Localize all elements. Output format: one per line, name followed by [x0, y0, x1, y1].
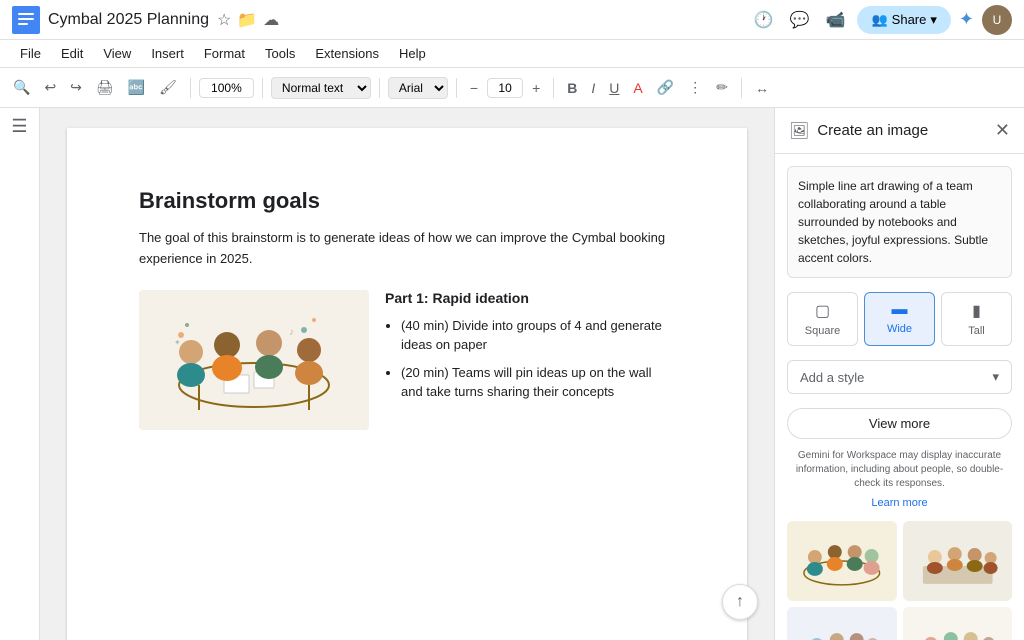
learn-more-link[interactable]: Learn more — [787, 497, 1012, 509]
section-title: Part 1: Rapid ideation — [385, 290, 675, 306]
pen-icon[interactable]: ✏ — [711, 75, 733, 100]
content-row: ♪ ✦ Part 1: Rapid ideation (40 min) Divi… — [139, 290, 675, 430]
paint-format-icon[interactable]: 🖌 — [154, 75, 182, 100]
menu-extensions[interactable]: Extensions — [307, 44, 387, 63]
bullet-item-1: (40 min) Divide into groups of 4 and gen… — [401, 316, 675, 355]
menu-file[interactable]: File — [12, 44, 49, 63]
title-icons: ☆ 📁 ☁ — [217, 10, 279, 30]
toolbar-right: 🕐 💬 📹 👥 Share ▾ ✦ U — [750, 5, 1012, 35]
menu-insert[interactable]: Insert — [143, 44, 192, 63]
divider-3 — [379, 78, 380, 98]
outline-icon[interactable]: ☰ — [11, 116, 27, 137]
paragraph-style-select[interactable]: Normal text Heading 1 Heading 2 — [271, 77, 371, 99]
doc-heading: Brainstorm goals — [139, 188, 675, 214]
view-more-button[interactable]: View more — [787, 408, 1012, 439]
image-panel-icon: 🖼 — [789, 121, 809, 141]
thumbnail-grid — [787, 521, 1012, 640]
comment-icon[interactable]: 💬 — [786, 6, 814, 34]
thumbnail-2[interactable] — [903, 521, 1013, 601]
bullet-item-2: (20 min) Teams will pin ideas up on the … — [401, 363, 675, 402]
thumbnail-1[interactable] — [787, 521, 897, 601]
shape-tall-button[interactable]: ▮ Tall — [941, 292, 1012, 346]
format-bar: 🔍 ↩ ↪ 🖨 🔤 🖌 Normal text Heading 1 Headin… — [0, 68, 1024, 108]
doc-title: Cymbal 2025 Planning — [48, 11, 209, 29]
font-increase-icon[interactable]: + — [527, 76, 545, 100]
doc-icon — [12, 6, 40, 34]
share-chevron-icon: ▾ — [930, 12, 937, 28]
menu-help[interactable]: Help — [391, 44, 434, 63]
svg-text:♪: ♪ — [289, 327, 294, 338]
underline-button[interactable]: U — [604, 76, 624, 100]
shape-square-button[interactable]: ▢ Square — [787, 292, 858, 346]
menu-format[interactable]: Format — [196, 44, 253, 63]
menu-bar: File Edit View Insert Format Tools Exten… — [0, 40, 1024, 68]
font-size-input[interactable] — [487, 78, 523, 98]
undo-icon[interactable]: ↩ — [39, 75, 61, 100]
divider-2 — [262, 78, 263, 98]
document-area: Brainstorm goals The goal of this brains… — [40, 108, 774, 640]
share-icon: 👥 — [871, 12, 887, 28]
shape-square-label: Square — [805, 325, 840, 337]
avatar: U — [982, 5, 1012, 35]
content-text: Part 1: Rapid ideation (40 min) Divide i… — [385, 290, 675, 430]
text-color-icon[interactable]: A — [628, 76, 647, 100]
tall-shape-icon: ▮ — [972, 301, 981, 321]
prompt-text: Simple line art drawing of a team collab… — [787, 166, 1012, 278]
panel-title: Create an image — [817, 122, 928, 139]
more-options-icon[interactable]: ⋮ — [683, 75, 707, 100]
shape-tall-label: Tall — [968, 325, 985, 337]
style-dropdown-label: Add a style — [800, 370, 864, 385]
style-chevron-icon: ▾ — [992, 369, 999, 385]
redo-icon[interactable]: ↪ — [65, 75, 87, 100]
style-dropdown[interactable]: Add a style ▾ — [787, 360, 1012, 394]
svg-text:✦: ✦ — [174, 338, 181, 347]
font-decrease-icon[interactable]: − — [465, 76, 483, 100]
divider-5 — [553, 78, 554, 98]
wide-shape-icon: ▬ — [892, 301, 908, 319]
brainstorm-image: ♪ ✦ — [139, 290, 369, 430]
search-toolbar-icon[interactable]: 🔍 — [8, 75, 35, 100]
font-family-select[interactable]: Arial Times New Roman — [388, 77, 448, 99]
divider-1 — [190, 78, 191, 98]
divider-4 — [456, 78, 457, 98]
star-icon[interactable]: ☆ — [217, 10, 231, 30]
menu-tools[interactable]: Tools — [257, 44, 303, 63]
shape-wide-button[interactable]: ▬ Wide — [864, 292, 935, 346]
shape-options: ▢ Square ▬ Wide ▮ Tall — [787, 292, 1012, 346]
doc-page: Brainstorm goals The goal of this brains… — [67, 128, 747, 640]
thumbnail-4[interactable] — [903, 607, 1013, 640]
bold-button[interactable]: B — [562, 76, 582, 100]
scroll-to-top-button[interactable]: ↑ — [722, 584, 758, 620]
main-layout: ☰ Brainstorm goals The goal of this brai… — [0, 108, 1024, 640]
panel-header: 🖼 Create an image ✕ — [775, 108, 1024, 154]
print-icon[interactable]: 🖨 — [91, 75, 119, 100]
panel-body: Simple line art drawing of a team collab… — [775, 154, 1024, 640]
left-sidebar: ☰ — [0, 108, 40, 640]
title-bar: Cymbal 2025 Planning ☆ 📁 ☁ 🕐 💬 📹 👥 Share… — [0, 0, 1024, 40]
video-icon[interactable]: 📹 — [822, 6, 850, 34]
shape-wide-label: Wide — [887, 323, 912, 335]
menu-edit[interactable]: Edit — [53, 44, 91, 63]
gemini-icon[interactable]: ✦ — [959, 9, 974, 30]
zoom-input[interactable] — [199, 78, 254, 98]
italic-button[interactable]: I — [586, 76, 600, 100]
panel-close-button[interactable]: ✕ — [995, 120, 1010, 141]
bullet-list: (40 min) Divide into groups of 4 and gen… — [385, 316, 675, 402]
panel-header-left: 🖼 Create an image — [789, 121, 928, 141]
spellcheck-icon[interactable]: 🔤 — [123, 75, 150, 100]
share-button[interactable]: 👥 Share ▾ — [857, 6, 950, 34]
create-image-panel: 🖼 Create an image ✕ Simple line art draw… — [774, 108, 1024, 640]
doc-intro: The goal of this brainstorm is to genera… — [139, 228, 675, 270]
link-icon[interactable]: 🔗 — [652, 75, 679, 100]
folder-icon[interactable]: 📁 — [237, 10, 257, 30]
expand-icon[interactable]: ↔ — [750, 76, 774, 100]
square-shape-icon: ▢ — [815, 301, 830, 321]
thumbnail-3[interactable] — [787, 607, 897, 640]
share-label: Share — [892, 12, 927, 27]
divider-6 — [741, 78, 742, 98]
menu-view[interactable]: View — [95, 44, 139, 63]
history-icon[interactable]: 🕐 — [750, 6, 778, 34]
disclaimer-text: Gemini for Workspace may display inaccur… — [787, 449, 1012, 491]
cloud-icon[interactable]: ☁ — [263, 10, 279, 30]
